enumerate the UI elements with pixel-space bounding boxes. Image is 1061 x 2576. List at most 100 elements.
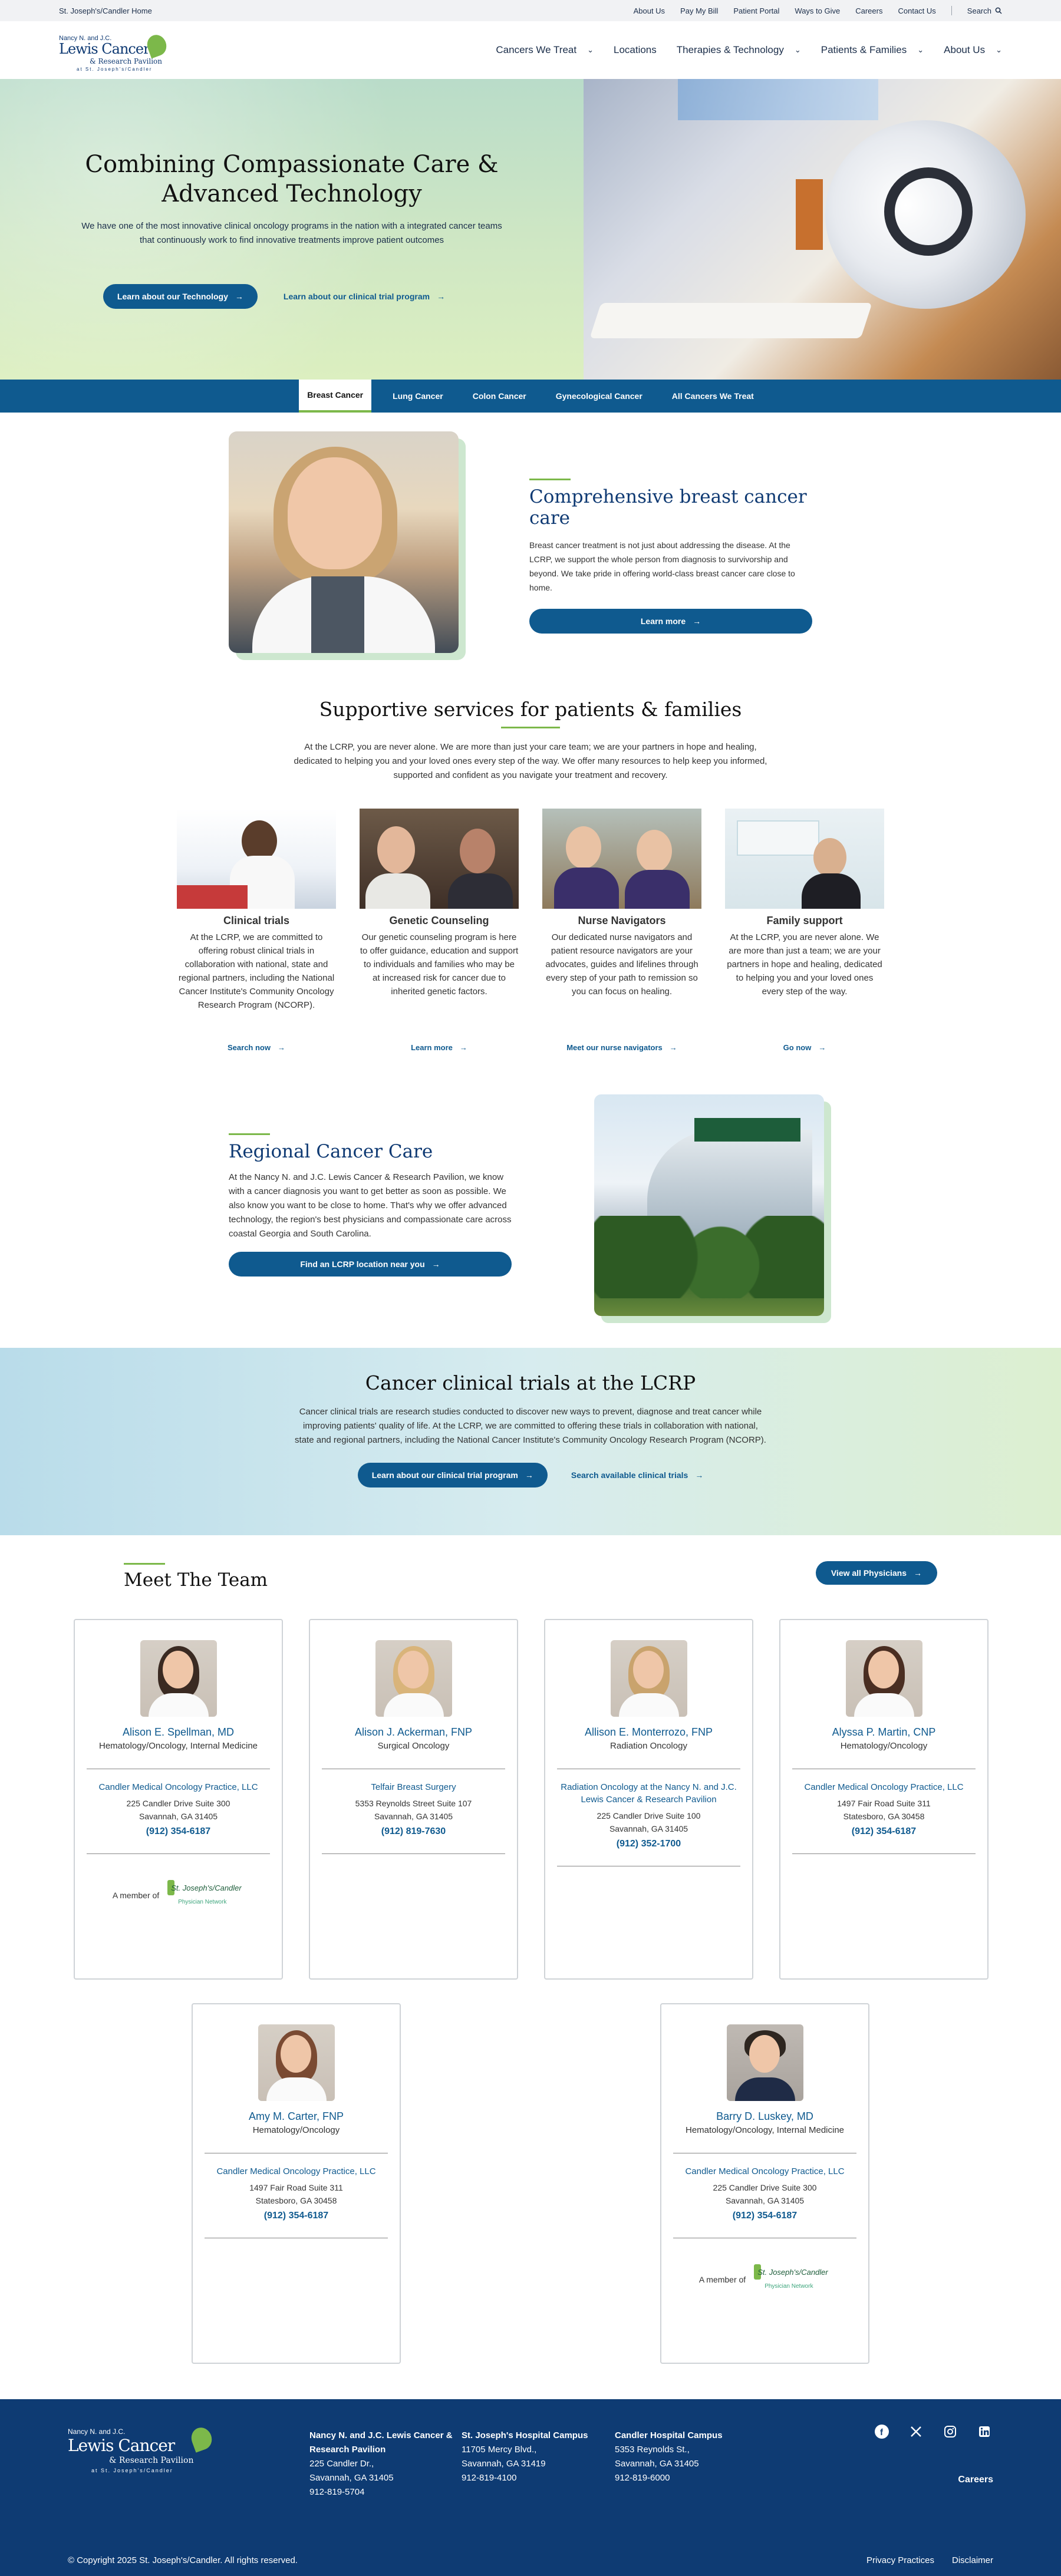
search-trials-link[interactable]: Search available clinical trials →	[571, 1463, 703, 1487]
arrow-right-icon: →	[431, 1259, 440, 1269]
service-family-support: Family support At the LCRP, you are neve…	[725, 809, 884, 1053]
disclaimer-link[interactable]: Disclaimer	[952, 2555, 993, 2565]
careers-link[interactable]: Careers	[855, 6, 882, 15]
footer-locations: Nancy N. and J.C. Lewis Cancer & Researc…	[309, 2429, 768, 2576]
practice-name[interactable]: Candler Medical Oncology Practice, LLC	[792, 1781, 976, 1793]
service-title: Family support	[766, 915, 843, 926]
go-now-link[interactable]: Go now →	[783, 1043, 826, 1052]
location-phone[interactable]: 912-819-4100	[462, 2471, 615, 2485]
service-text-block: Genetic Counseling Our genetic counselin…	[360, 915, 519, 1023]
service-body: At the LCRP, we are committed to offerin…	[178, 932, 335, 1010]
physician-name[interactable]: Alyssa P. Martin, CNP	[792, 1726, 976, 1739]
meet-nurse-navigators-link[interactable]: Meet our nurse navigators →	[566, 1043, 677, 1052]
view-all-physicians-button[interactable]: View all Physicians →	[815, 1561, 937, 1585]
search-label: Search	[967, 6, 991, 15]
practice-name[interactable]: Telfair Breast Surgery	[322, 1781, 505, 1793]
location-phone[interactable]: 912-819-6000	[615, 2471, 768, 2485]
chevron-down-icon: ⌄	[996, 45, 1002, 54]
home-link[interactable]: St. Joseph's/Candler Home	[59, 6, 152, 15]
phone-number[interactable]: (912) 352-1700	[557, 1839, 740, 1849]
location-phone[interactable]: 912-819-5704	[309, 2485, 462, 2499]
linkedin-icon[interactable]	[976, 2423, 993, 2440]
physician-name[interactable]: Barry D. Luskey, MD	[673, 2110, 856, 2123]
search-button[interactable]: Search	[967, 6, 1002, 15]
nav-locations[interactable]: Locations	[614, 44, 657, 56]
physician-name[interactable]: Allison E. Monterrozo, FNP	[557, 1726, 740, 1739]
arrow-right-icon: →	[235, 292, 243, 301]
building-sign	[694, 1118, 800, 1142]
nav-about-us[interactable]: About Us ⌄	[944, 44, 1002, 56]
tab-colon-cancer[interactable]: Colon Cancer	[464, 385, 535, 407]
phone-number[interactable]: (912) 819-7630	[322, 1826, 505, 1837]
pay-bill-link[interactable]: Pay My Bill	[680, 6, 718, 15]
arrow-right-icon: →	[277, 1043, 285, 1052]
physician-name[interactable]: Alison E. Spellman, MD	[87, 1726, 270, 1739]
physician-name[interactable]: Amy M. Carter, FNP	[205, 2110, 388, 2123]
regional-care-section: Regional Cancer Care At the Nancy N. and…	[0, 1053, 1061, 1348]
practice-name[interactable]: Candler Medical Oncology Practice, LLC	[205, 2165, 388, 2178]
physician-card[interactable]: Alison E. Spellman, MD Hematology/Oncolo…	[74, 1619, 283, 1980]
physician-card[interactable]: Alison J. Ackerman, FNP Surgical Oncolog…	[309, 1619, 518, 1980]
facebook-icon[interactable]: f	[873, 2423, 891, 2440]
portrait-shirt	[311, 576, 364, 653]
network-member: A member of St. Joseph's/Candler Physicia…	[87, 1878, 270, 1913]
physician-card[interactable]: Allison E. Monterrozo, FNP Radiation Onc…	[544, 1619, 753, 1980]
privacy-practices-link[interactable]: Privacy Practices	[866, 2555, 934, 2565]
nav-cancers-we-treat[interactable]: Cancers We Treat ⌄	[496, 44, 594, 56]
featured-text: Comprehensive breast cancer care Breast …	[529, 431, 812, 661]
featured-learn-more-button[interactable]: Learn more →	[529, 609, 812, 634]
member-label: A member of	[698, 2275, 746, 2284]
instagram-icon[interactable]	[941, 2423, 959, 2440]
footer-careers-link[interactable]: Careers	[958, 2475, 993, 2485]
tab-lung-cancer[interactable]: Lung Cancer	[384, 385, 452, 407]
head	[397, 1651, 429, 1688]
location-title: St. Joseph's Hospital Campus	[462, 2430, 588, 2440]
learn-more-link[interactable]: Learn more →	[411, 1043, 467, 1052]
phone-number[interactable]: (912) 354-6187	[792, 1826, 976, 1837]
member-label: A member of	[112, 1891, 160, 1900]
trial-program-button[interactable]: Learn about our clinical trial program →	[357, 1463, 548, 1487]
nav-label: Patients & Families	[821, 44, 907, 55]
x-icon[interactable]	[907, 2423, 925, 2440]
nav-label: Cancers We Treat	[496, 44, 577, 55]
tab-gynecological-cancer[interactable]: Gynecological Cancer	[548, 385, 651, 407]
tab-breast-cancer[interactable]: Breast Cancer	[299, 380, 372, 413]
address-line1: 225 Candler Drive Suite 300	[713, 2183, 817, 2192]
about-us-link[interactable]: About Us	[634, 6, 665, 15]
nav-patients-families[interactable]: Patients & Families ⌄	[821, 44, 924, 56]
site-logo[interactable]: Nancy N. and J.C. Lewis Cancer & Researc…	[59, 31, 171, 72]
learn-technology-button[interactable]: Learn about our Technology →	[103, 284, 258, 309]
contact-us-link[interactable]: Contact Us	[898, 6, 935, 15]
address-line2: Savannah, GA 31405	[139, 1812, 218, 1821]
patient-portal-link[interactable]: Patient Portal	[733, 6, 779, 15]
practice-name[interactable]: Candler Medical Oncology Practice, LLC	[673, 2165, 856, 2178]
find-location-button[interactable]: Find an LCRP location near you →	[229, 1252, 512, 1277]
physician-specialty: Hematology/Oncology	[840, 1741, 928, 1751]
ways-to-give-link[interactable]: Ways to Give	[795, 6, 840, 15]
physician-card[interactable]: Barry D. Luskey, MD Hematology/Oncology,…	[660, 2003, 869, 2364]
site-header: Nancy N. and J.C. Lewis Cancer & Researc…	[0, 21, 1061, 79]
physician-card[interactable]: Alyssa P. Martin, CNP Hematology/Oncolog…	[779, 1619, 988, 1980]
link-label: Go now	[783, 1043, 812, 1052]
clinical-trial-program-link[interactable]: Learn about our clinical trial program →	[284, 284, 445, 309]
practice-name[interactable]: Radiation Oncology at the Nancy N. and J…	[557, 1781, 740, 1806]
physician-name[interactable]: Alison J. Ackerman, FNP	[322, 1726, 505, 1739]
search-now-link[interactable]: Search now →	[228, 1043, 285, 1052]
nav-therapies[interactable]: Therapies & Technology ⌄	[677, 44, 801, 56]
service-body: At the LCRP, you are never alone. We are…	[727, 932, 882, 997]
footer-logo[interactable]: Nancy N. and J.C. Lewis Cancer & Researc…	[68, 2423, 215, 2476]
chevron-down-icon: ⌄	[587, 45, 594, 54]
physician-card[interactable]: Amy M. Carter, FNP Hematology/Oncology C…	[192, 2003, 401, 2364]
head	[632, 1651, 664, 1688]
practice-name[interactable]: Candler Medical Oncology Practice, LLC	[87, 1781, 270, 1793]
head	[280, 2035, 311, 2073]
phone-number[interactable]: (912) 354-6187	[87, 1826, 270, 1837]
phone-number[interactable]: (912) 354-6187	[205, 2211, 388, 2221]
tab-all-cancers[interactable]: All Cancers We Treat	[664, 385, 762, 407]
physician-cards-row2: Amy M. Carter, FNP Hematology/Oncology C…	[0, 1980, 1061, 2364]
copyright: © Copyright 2025 St. Joseph's/Candler. A…	[68, 2555, 298, 2565]
head	[868, 1651, 899, 1688]
phone-number[interactable]: (912) 354-6187	[673, 2211, 856, 2221]
team-header: Meet The Team View all Physicians →	[0, 1535, 1061, 1591]
link-label: Search now	[228, 1043, 271, 1052]
